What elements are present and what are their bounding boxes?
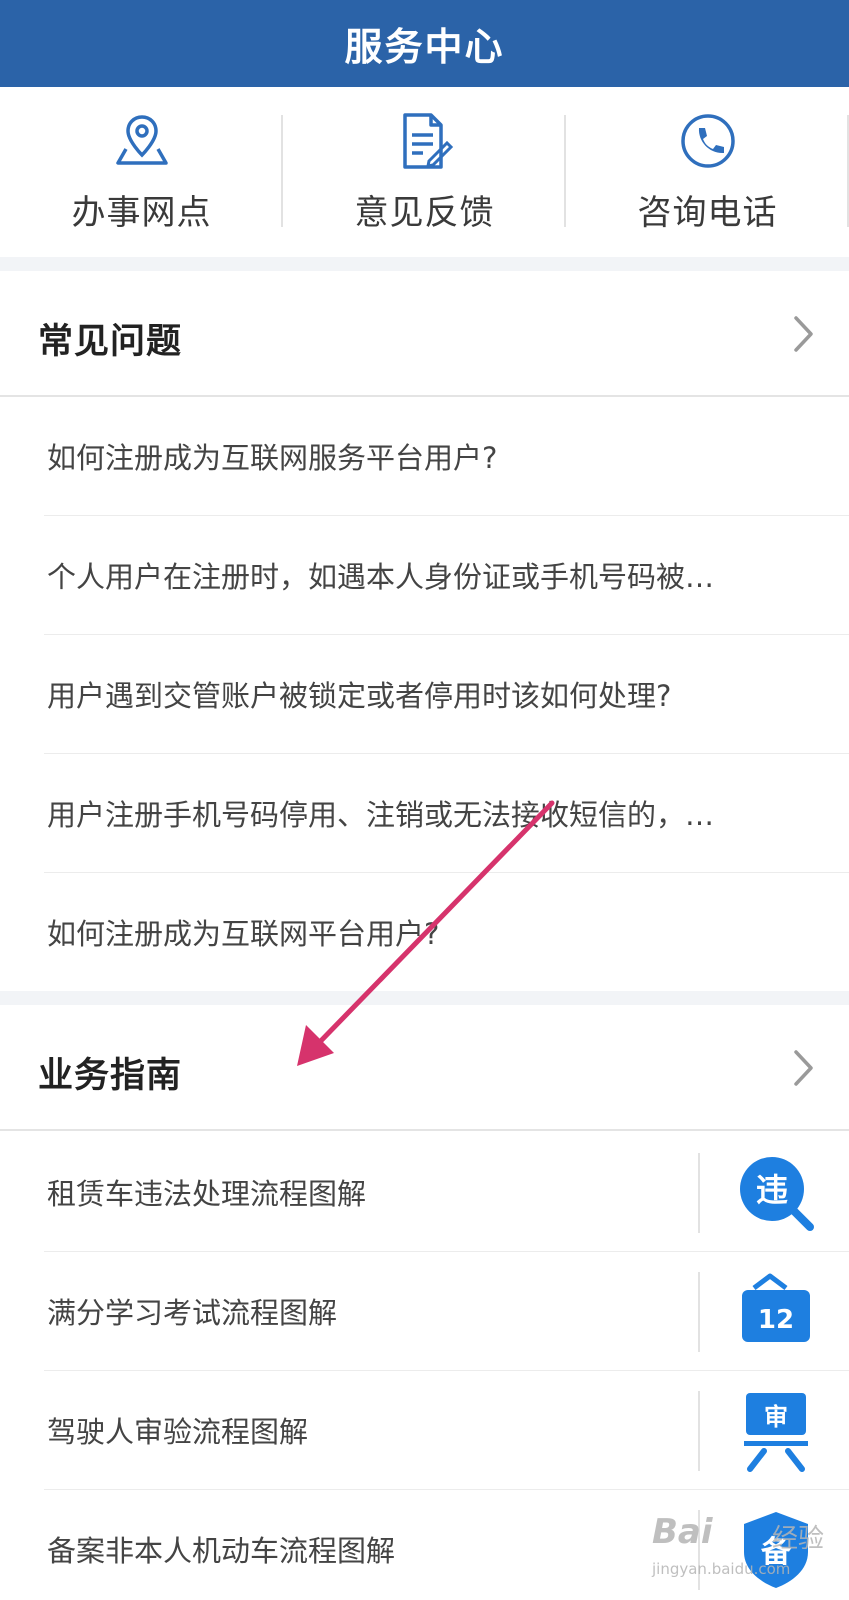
calendar-icon: 12: [734, 1270, 818, 1354]
quick-action-label: 办事网点: [71, 193, 212, 233]
divider: [698, 1153, 700, 1233]
icon-glyph: 12: [758, 1305, 794, 1335]
guide-item[interactable]: 租赁车违法处理流程图解 违: [44, 1133, 849, 1252]
icon-glyph: 违: [756, 1171, 788, 1209]
faq-item[interactable]: 个人用户在注册时，如遇本人身份证或手机号码被…: [44, 516, 849, 635]
phone-icon: [678, 111, 738, 171]
guide-section-title: 业务指南: [38, 1056, 183, 1096]
faq-item[interactable]: 如何注册成为互联网服务平台用户?: [44, 397, 849, 516]
location-map-icon: [112, 111, 172, 171]
quick-actions-bar: 办事网点 意见反馈 咨询电话: [0, 87, 849, 257]
faq-section-title: 常见问题: [38, 322, 183, 362]
faq-item[interactable]: 用户遇到交管账户被锁定或者停用时该如何处理?: [44, 635, 849, 754]
chevron-right-icon: [793, 1049, 815, 1091]
guide-item[interactable]: 驾驶人审验流程图解 审: [44, 1371, 849, 1490]
watermark-logo: Bai 经验 jingyan.baidu.com: [652, 1512, 842, 1592]
quick-action-label: 咨询电话: [637, 193, 778, 233]
guide-item-label: 备案非本人机动车流程图解: [47, 1534, 396, 1568]
faq-section-header[interactable]: 常见问题: [0, 271, 849, 397]
icon-glyph: 审: [764, 1403, 788, 1431]
guide-item-label: 满分学习考试流程图解: [47, 1296, 338, 1330]
section-spacer: [0, 257, 849, 271]
section-spacer: [0, 991, 849, 1005]
faq-question: 用户注册手机号码停用、注销或无法接收短信的，…: [47, 798, 715, 832]
feedback-document-icon: [395, 111, 455, 171]
guide-item-label: 驾驶人审验流程图解: [47, 1415, 309, 1449]
guide-section-header[interactable]: 业务指南: [0, 1005, 849, 1131]
faq-question: 用户遇到交管账户被锁定或者停用时该如何处理?: [47, 679, 672, 713]
faq-list: 如何注册成为互联网服务平台用户? 个人用户在注册时，如遇本人身份证或手机号码被……: [0, 397, 849, 992]
divider: [698, 1391, 700, 1471]
faq-question: 如何注册成为互联网平台用户?: [47, 917, 440, 951]
faq-item[interactable]: 用户注册手机号码停用、注销或无法接收短信的，…: [44, 754, 849, 873]
faq-item[interactable]: 如何注册成为互联网平台用户?: [44, 873, 849, 992]
watermark-url: jingyan.baidu.com: [652, 1560, 791, 1578]
quick-action-service-outlets[interactable]: 办事网点: [0, 87, 283, 257]
page-title: 服务中心: [344, 25, 505, 69]
quick-action-feedback[interactable]: 意见反馈: [283, 87, 566, 257]
guide-item-label: 租赁车违法处理流程图解: [47, 1177, 367, 1211]
violation-search-icon: 违: [734, 1151, 818, 1235]
quick-action-label: 意见反馈: [354, 193, 495, 233]
chevron-right-icon: [793, 315, 815, 357]
watermark-brand-suffix: 经验: [772, 1524, 825, 1554]
guide-item[interactable]: 满分学习考试流程图解 12: [44, 1252, 849, 1371]
faq-question: 个人用户在注册时，如遇本人身份证或手机号码被…: [47, 560, 715, 594]
page-header: 服务中心: [0, 0, 849, 87]
quick-action-hotline[interactable]: 咨询电话: [566, 87, 849, 257]
watermark-brand: Bai: [652, 1512, 713, 1552]
faq-question: 如何注册成为互联网服务平台用户?: [47, 441, 498, 475]
review-icon: 审: [734, 1389, 818, 1473]
divider: [698, 1272, 700, 1352]
